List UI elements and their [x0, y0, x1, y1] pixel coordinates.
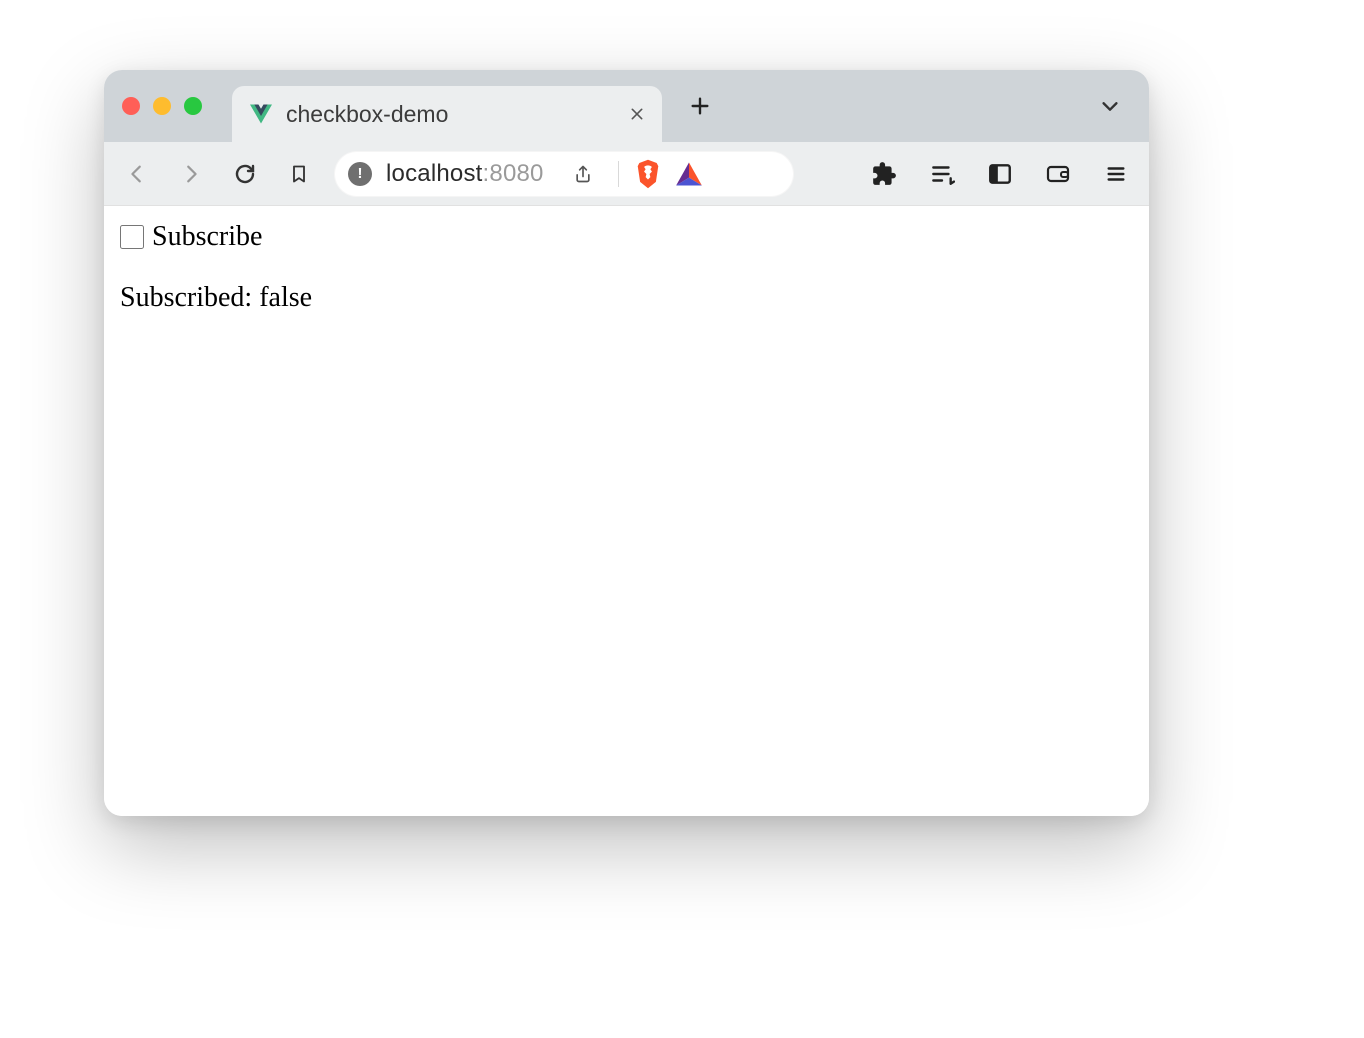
- subscribed-status: Subscribed: false: [120, 282, 1133, 314]
- subscribe-checkbox[interactable]: [120, 225, 144, 249]
- reload-button[interactable]: [226, 155, 264, 193]
- url-text: localhost:8080: [386, 160, 544, 188]
- vue-logo-icon: [250, 103, 272, 125]
- tab-close-button[interactable]: [628, 105, 646, 123]
- forward-button[interactable]: [172, 155, 210, 193]
- address-bar[interactable]: ! localhost:8080: [334, 151, 794, 197]
- reading-list-button[interactable]: [923, 155, 961, 193]
- share-button[interactable]: [564, 155, 602, 193]
- window-maximize-button[interactable]: [184, 97, 202, 115]
- back-button[interactable]: [118, 155, 156, 193]
- traffic-lights: [122, 97, 202, 115]
- window-close-button[interactable]: [122, 97, 140, 115]
- site-info-icon[interactable]: !: [348, 162, 372, 186]
- new-tab-button[interactable]: [680, 86, 720, 126]
- subscribe-row[interactable]: Subscribe: [120, 220, 1133, 254]
- subscribed-status-prefix: Subscribed:: [120, 282, 259, 313]
- tab-title: checkbox-demo: [286, 101, 614, 128]
- url-host: localhost: [386, 160, 483, 187]
- page-viewport: Subscribe Subscribed: false: [104, 206, 1149, 816]
- window-minimize-button[interactable]: [153, 97, 171, 115]
- browser-window: checkbox-demo: [104, 70, 1149, 816]
- page-body: Subscribe Subscribed: false: [104, 206, 1149, 328]
- tab-strip: checkbox-demo: [104, 70, 1149, 142]
- subscribe-label: Subscribe: [152, 220, 262, 254]
- app-menu-button[interactable]: [1097, 155, 1135, 193]
- wallet-button[interactable]: [1039, 155, 1077, 193]
- bookmark-button[interactable]: [280, 155, 318, 193]
- active-tab[interactable]: checkbox-demo: [232, 86, 662, 142]
- toolbar: ! localhost:8080: [104, 142, 1149, 206]
- divider: [618, 161, 619, 187]
- brave-rewards-icon[interactable]: [675, 161, 703, 187]
- extensions-button[interactable]: [865, 155, 903, 193]
- subscribed-status-value: false: [259, 282, 312, 313]
- tab-overflow-button[interactable]: [1093, 89, 1127, 123]
- sidebar-button[interactable]: [981, 155, 1019, 193]
- brave-shield-icon[interactable]: [635, 159, 661, 189]
- url-port: :8080: [483, 160, 544, 187]
